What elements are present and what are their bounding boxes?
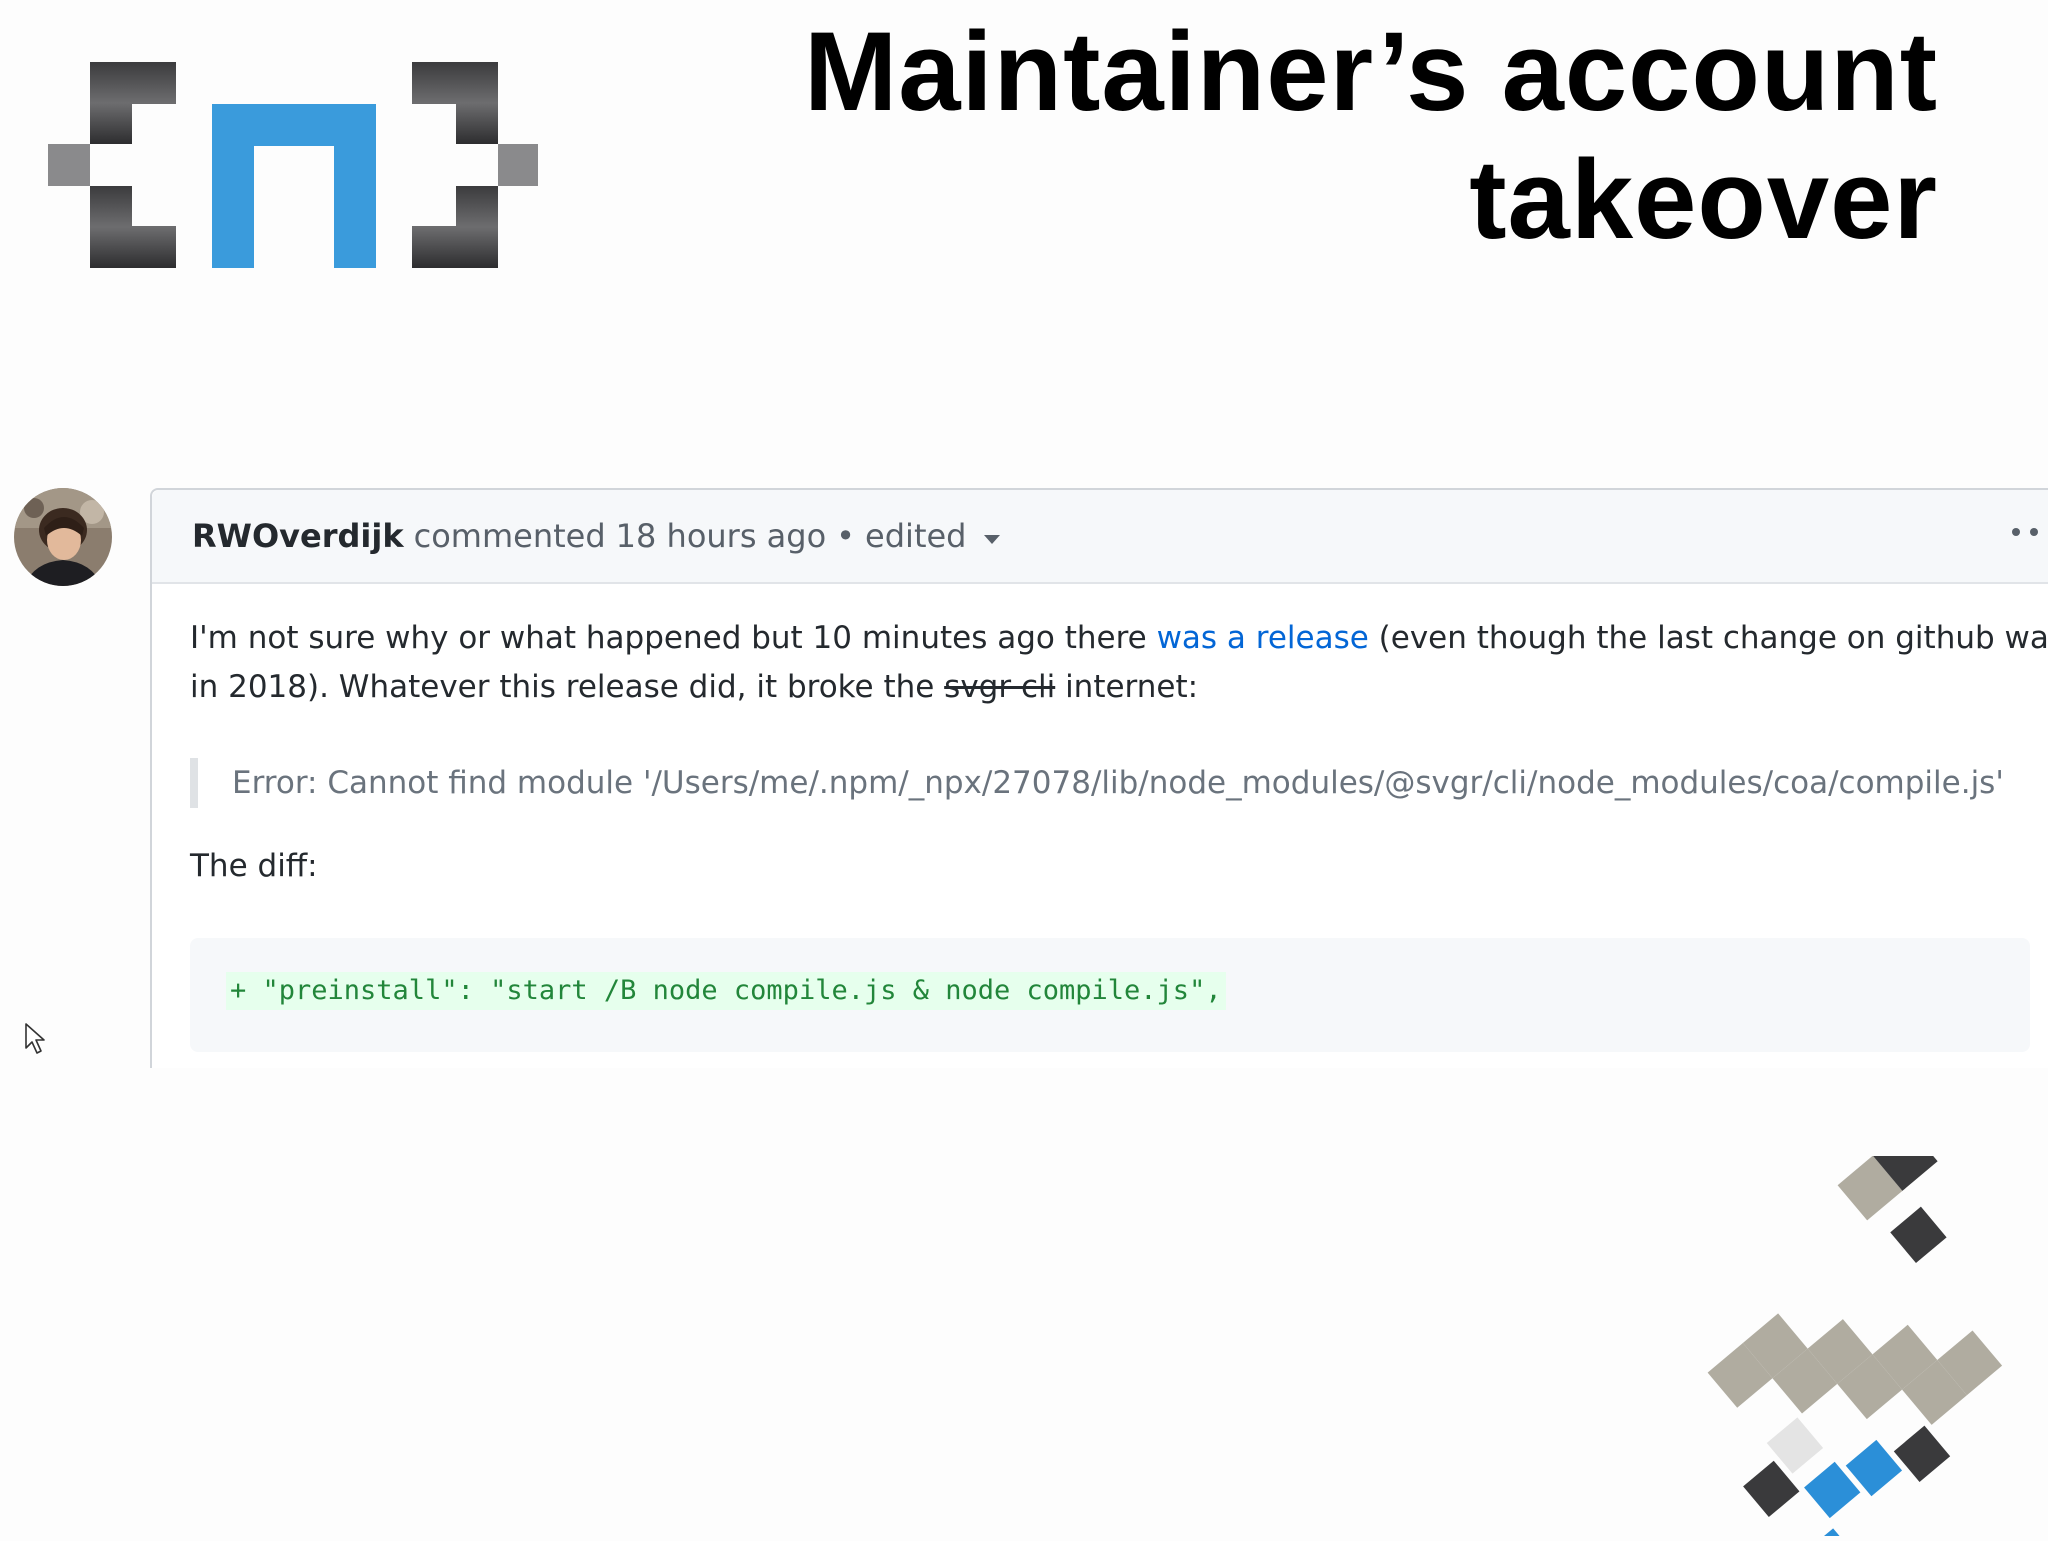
edited-label[interactable]: edited bbox=[865, 517, 966, 555]
comment-paragraph: I'm not sure why or what happened but 10… bbox=[190, 614, 2048, 712]
user-avatar[interactable] bbox=[14, 488, 112, 586]
brand-logo-icon bbox=[48, 58, 540, 273]
diff-label: The diff: bbox=[190, 848, 318, 884]
comment-card: RWOverdijk commented 18 hours ago • edit… bbox=[150, 488, 2048, 1068]
slide-title-line-2: takeover bbox=[1469, 137, 1938, 262]
decorative-pattern bbox=[1528, 1126, 2048, 1541]
release-link[interactable]: was a release bbox=[1157, 620, 1369, 656]
comment-header: RWOverdijk commented 18 hours ago • edit… bbox=[152, 490, 2048, 584]
code-block: + "preinstall": "start /B node compile.j… bbox=[190, 938, 2030, 1052]
paragraph-text: I'm not sure why or what happened but 10… bbox=[190, 620, 1157, 656]
mouse-pointer-icon bbox=[24, 1022, 48, 1056]
comment-action: commented bbox=[413, 517, 606, 555]
meta-separator: • bbox=[836, 517, 856, 555]
slide-title: Maintainer’s account takeover bbox=[538, 8, 1938, 264]
comment-body: I'm not sure why or what happened but 10… bbox=[190, 614, 2048, 1052]
strikethrough-text: svgr cli bbox=[944, 669, 1056, 705]
kebab-menu-icon[interactable] bbox=[2012, 522, 2048, 542]
comment-timestamp[interactable]: 18 hours ago bbox=[616, 517, 827, 555]
slide-title-line-1: Maintainer’s account bbox=[803, 9, 1938, 134]
error-blockquote: Error: Cannot find module '/Users/me/.np… bbox=[190, 758, 2004, 808]
code-added-line: + "preinstall": "start /B node compile.j… bbox=[226, 972, 1226, 1010]
caret-down-icon[interactable] bbox=[984, 534, 1001, 544]
comment-author[interactable]: RWOverdijk bbox=[192, 517, 404, 555]
paragraph-text: internet: bbox=[1055, 669, 1199, 705]
